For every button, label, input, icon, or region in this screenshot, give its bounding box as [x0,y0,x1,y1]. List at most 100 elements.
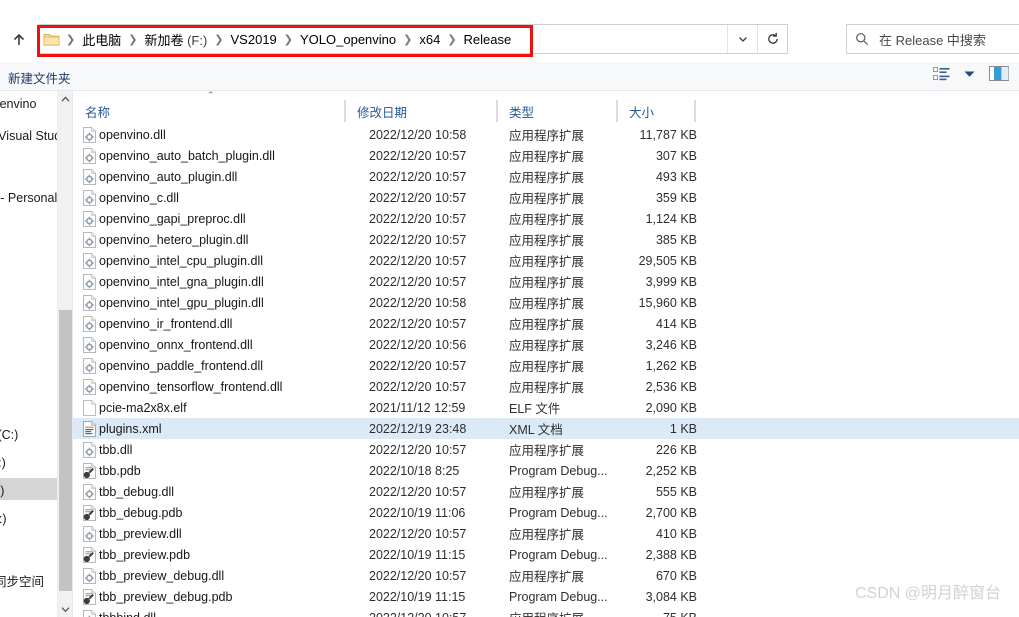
file-type: XML 文档 [509,419,629,438]
chevron-down-icon[interactable] [58,601,73,617]
file-size: 3,246 KB [629,338,707,352]
file-name: tbb_preview_debug.dll [99,569,357,583]
navigation-sidebar[interactable]: YOLO_openvino Microsoft Visual Studio Vi… [0,91,57,617]
sidebar-item-drive-g[interactable]: 新加卷 (G:) [0,506,57,528]
file-date: 2022/10/19 11:15 [357,590,509,604]
column-resize-handle[interactable] [617,100,618,122]
file-date: 2022/12/20 10:57 [357,149,509,163]
sub-toolbar: 新建文件夹 [0,62,1019,91]
file-size: 414 KB [629,317,707,331]
sidebar-item-label: OneDrive - Personal [0,191,57,205]
breadcrumb-item-3[interactable]: YOLO_openvino [294,30,402,49]
column-resize-handle[interactable] [497,100,498,122]
table-row[interactable]: openvino_tensorflow_frontend.dll2022/12/… [73,376,1019,397]
sidebar-item-visual-studio[interactable]: Microsoft Visual Studio [0,125,57,147]
column-header-size[interactable]: 大小 [617,100,695,122]
table-row[interactable]: tbb_debug.dll2022/12/20 10:57应用程序扩展555 K… [73,481,1019,502]
file-date: 2022/12/20 10:57 [357,380,509,394]
column-resize-handle[interactable] [695,100,696,122]
breadcrumb-item-5[interactable]: Release [458,30,518,49]
breadcrumb-separator-2: ❯ [213,33,224,46]
refresh-icon[interactable] [757,25,787,53]
table-row[interactable]: pcie-ma2x8x.elf2021/11/12 12:59ELF 文件2,0… [73,397,1019,418]
table-row[interactable]: openvino_auto_batch_plugin.dll2022/12/20… [73,145,1019,166]
chevron-up-icon[interactable] [58,91,73,107]
file-name: pcie-ma2x8x.elf [99,401,357,415]
pdb-file-icon [73,505,99,521]
table-row[interactable]: tbb.dll2022/12/20 10:57应用程序扩展226 KB [73,439,1019,460]
table-row[interactable]: plugins.xml2022/12/19 23:48XML 文档1 KB [73,418,1019,439]
address-bar[interactable]: ❯ 此电脑 ❯ 新加卷 (F:) ❯ VS2019 ❯ YOLO_openvin… [38,24,788,54]
file-name: openvino.dll [99,128,357,142]
folder-icon [39,25,63,53]
caret-down-icon[interactable] [964,70,975,78]
breadcrumb-item-1[interactable]: 新加卷 (F:) [138,28,213,51]
file-name: tbb_debug.pdb [99,506,357,520]
column-header-date[interactable]: 修改日期 [345,100,497,122]
details-view-icon[interactable] [933,67,950,81]
table-row[interactable]: openvino_ir_frontend.dll2022/12/20 10:57… [73,313,1019,334]
file-size: 670 KB [629,569,707,583]
sidebar-item-3d-objects[interactable]: 3D 对象 [0,272,57,294]
preview-pane-icon[interactable] [989,66,1009,81]
sidebar-item-drive-d[interactable]: 新加卷 (D:) [0,450,57,472]
table-row[interactable]: openvino_gapi_preproc.dll2022/12/20 10:5… [73,208,1019,229]
file-name: openvino_intel_gpu_plugin.dll [99,296,357,310]
table-row[interactable]: openvino_intel_gna_plugin.dll2022/12/20 … [73,271,1019,292]
chevron-down-icon[interactable] [727,25,757,53]
arrow-up-icon[interactable] [4,25,34,55]
sidebar-item-videos[interactable]: Videos [0,153,57,175]
table-row[interactable]: tbb.pdb2022/10/18 8:25Program Debug...2,… [73,460,1019,481]
column-header-name[interactable]: 名称 ⌃ [73,100,345,122]
file-date: 2022/12/20 10:57 [357,317,509,331]
table-row[interactable]: tbb_debug.pdb2022/10/19 11:06Program Deb… [73,502,1019,523]
file-type: 应用程序扩展 [509,524,629,543]
sidebar-item-onedrive[interactable]: OneDrive - Personal [0,187,57,209]
table-row[interactable]: openvino_intel_cpu_plugin.dll2022/12/20 … [73,250,1019,271]
file-type: 应用程序扩展 [509,377,629,396]
column-resize-handle[interactable] [345,100,346,122]
pdb-file-icon [73,589,99,605]
sidebar-item-this-pc[interactable]: 此电脑 [0,220,57,242]
file-type: 应用程序扩展 [509,230,629,249]
file-date: 2022/12/20 10:58 [357,128,509,142]
table-row[interactable]: openvino_paddle_frontend.dll2022/12/20 1… [73,355,1019,376]
file-date: 2022/12/20 10:58 [357,296,509,310]
sidebar-item-drive-c[interactable]: 本地磁盘 (C:) [0,422,57,444]
table-row[interactable]: tbb_preview.dll2022/12/20 10:57应用程序扩展410… [73,523,1019,544]
dll-file-icon [73,610,99,617]
table-row[interactable]: tbbbind.dll2022/12/20 10:57应用程序扩展75 KB [73,607,1019,617]
table-row[interactable]: openvino_intel_gpu_plugin.dll2022/12/20 … [73,292,1019,313]
table-row[interactable]: openvino_hetero_plugin.dll2022/12/20 10:… [73,229,1019,250]
sidebar-item-label: 本地磁盘 (C:) [0,424,18,443]
file-type: 应用程序扩展 [509,188,629,207]
sidebar-scrollbar[interactable] [57,91,72,617]
breadcrumb-item-2[interactable]: VS2019 [225,30,283,49]
search-input[interactable]: 在 Release 中搜索 [846,24,1019,54]
file-size: 307 KB [629,149,707,163]
dll-file-icon [73,337,99,353]
sidebar-scrollbar-thumb[interactable] [59,310,72,591]
search-icon [855,32,875,46]
file-type: 应用程序扩展 [509,335,629,354]
sidebar-item-label: Microsoft Visual Studio [0,129,57,143]
file-type: 应用程序扩展 [509,209,629,228]
sidebar-item-network[interactable]: 网络 [0,248,57,270]
file-name: openvino_hetero_plugin.dll [99,233,357,247]
file-name: tbb.dll [99,443,357,457]
sidebar-item-yolo-openvino[interactable]: YOLO_openvino [0,93,57,115]
table-row[interactable]: tbb_preview.pdb2022/10/19 11:15Program D… [73,544,1019,565]
table-row[interactable]: openvino_auto_plugin.dll2022/12/20 10:57… [73,166,1019,187]
sidebar-item-baidu-sync[interactable]: 百度网盘同步空间 [0,569,57,591]
breadcrumb-item-0[interactable]: 此电脑 [76,28,127,51]
table-row[interactable]: openvino_c.dll2022/12/20 10:57应用程序扩展359 … [73,187,1019,208]
breadcrumb-item-4[interactable]: x64 [413,30,446,49]
dll-file-icon [73,379,99,395]
file-size: 2,700 KB [629,506,707,520]
breadcrumb-separator-1: ❯ [127,33,138,46]
table-row[interactable]: openvino.dll2022/12/20 10:58应用程序扩展11,787… [73,124,1019,145]
sidebar-item-drive-f[interactable]: 新加卷 (F:) [0,478,57,500]
table-row[interactable]: openvino_onnx_frontend.dll2022/12/20 10:… [73,334,1019,355]
file-date: 2022/10/18 8:25 [357,464,509,478]
column-header-type[interactable]: 类型 [497,100,617,122]
